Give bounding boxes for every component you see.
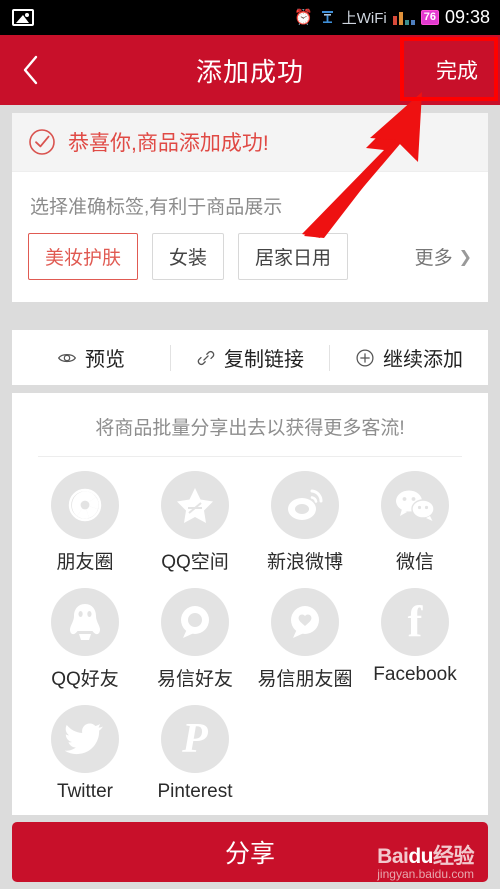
share-target-moments[interactable]: 朋友圈 xyxy=(30,471,140,574)
share-target-label: Twitter xyxy=(57,781,113,802)
share-target-twitter[interactable]: Twitter xyxy=(30,705,140,803)
alarm-clock-icon: ⏰ xyxy=(294,9,313,26)
eye-icon xyxy=(57,353,77,362)
action-card: 预览 复制链接 继续添加 xyxy=(12,330,488,385)
success-banner: 恭喜你,商品添加成功! xyxy=(12,113,488,172)
share-target-yixin-moments[interactable]: 易信朋友圈 xyxy=(250,588,360,691)
tag-hint-text: 选择准确标签,有利于商品展示 xyxy=(30,197,283,218)
back-button[interactable] xyxy=(0,35,60,105)
share-target-weibo[interactable]: 新浪微博 xyxy=(250,471,360,574)
battery-badge: 76 xyxy=(420,10,439,25)
weibo-eye-icon xyxy=(271,471,339,539)
tag-chip[interactable]: 居家日用 xyxy=(238,233,349,280)
chevron-right-icon: ❯ xyxy=(458,248,472,266)
yixin-heart-bubble-icon xyxy=(271,588,339,656)
twitter-bird-icon xyxy=(51,705,119,773)
success-card: 恭喜你,商品添加成功! 选择准确标签,有利于商品展示 美妆护肤 女装 居家日用 … xyxy=(12,113,488,302)
more-tags-label: 更多 xyxy=(414,248,453,269)
pinterest-p-icon: P xyxy=(161,705,229,773)
share-target-label: Facebook xyxy=(373,664,457,685)
share-target-label: 新浪微博 xyxy=(266,552,343,573)
page-body: 恭喜你,商品添加成功! 选择准确标签,有利于商品展示 美妆护肤 女装 居家日用 … xyxy=(0,113,500,829)
tag-row: 美妆护肤 女装 居家日用 更多 ❯ xyxy=(12,225,488,302)
app-header: 添加成功 完成 xyxy=(0,35,500,105)
watermark-paw-icon: du xyxy=(408,845,433,868)
share-target-grid: 朋友圈 QQ空间 新浪微博 微信 QQ好友 易信好友 易信朋友圈 f Faceb… xyxy=(12,457,488,817)
share-target-wechat[interactable]: 微信 xyxy=(360,471,470,574)
photo-icon xyxy=(12,9,34,26)
share-button[interactable]: 分享 Baidu经验 jingyan.baidu.com xyxy=(12,822,488,882)
share-target-yixin-friend[interactable]: 易信好友 xyxy=(140,588,250,691)
status-clock: 09:38 xyxy=(444,7,490,27)
status-bar: ⏰ 上WiFi 76 09:38 xyxy=(0,0,500,35)
share-button-label: 分享 xyxy=(224,840,275,868)
watermark-url: jingyan.baidu.com xyxy=(377,867,474,881)
qq-penguin-icon xyxy=(51,588,119,656)
check-circle-icon xyxy=(29,129,55,155)
share-target-qzone[interactable]: QQ空间 xyxy=(140,471,250,574)
continue-add-button[interactable]: 继续添加 xyxy=(330,330,488,385)
footer-bar: 分享 Baidu经验 jingyan.baidu.com xyxy=(0,815,500,889)
continue-add-label: 继续添加 xyxy=(383,349,463,371)
share-target-label: QQ好友 xyxy=(51,669,119,690)
done-button[interactable]: 完成 xyxy=(436,55,478,85)
wifi-label: 上WiFi xyxy=(341,10,387,27)
share-target-pinterest[interactable]: P Pinterest xyxy=(140,705,250,803)
wechat-bubbles-icon xyxy=(381,471,449,539)
facebook-f-icon: f xyxy=(381,588,449,656)
share-card-title: 将商品批量分享出去以获得更多客流! xyxy=(95,418,405,439)
star-icon xyxy=(161,471,229,539)
link-icon xyxy=(197,350,215,365)
share-target-label: 朋友圈 xyxy=(56,552,114,573)
camera-aperture-icon xyxy=(51,471,119,539)
chevron-left-icon xyxy=(23,55,38,85)
yixin-circle-icon xyxy=(161,588,229,656)
watermark-suffix: 经验 xyxy=(433,845,475,868)
share-target-label: Pinterest xyxy=(157,781,233,802)
more-tags-button[interactable]: 更多 ❯ xyxy=(415,243,472,270)
share-target-qq-friend[interactable]: QQ好友 xyxy=(30,588,140,691)
preview-label: 预览 xyxy=(85,349,125,371)
share-target-label: 易信朋友圈 xyxy=(257,669,353,690)
share-target-label: QQ空间 xyxy=(161,552,229,573)
share-target-label: 易信好友 xyxy=(156,669,233,690)
plus-circle-icon xyxy=(356,348,374,367)
watermark-brand: Bai xyxy=(377,845,409,868)
tag-chip[interactable]: 女装 xyxy=(152,233,225,280)
tag-chip-selected[interactable]: 美妆护肤 xyxy=(28,233,139,280)
wifi-tower-icon xyxy=(319,7,336,29)
share-target-label: 微信 xyxy=(395,552,434,573)
copy-link-button[interactable]: 复制链接 xyxy=(171,330,329,385)
signal-bars-icon xyxy=(392,11,415,25)
success-message: 恭喜你,商品添加成功! xyxy=(68,132,269,155)
share-target-facebook[interactable]: f Facebook xyxy=(360,588,470,691)
preview-button[interactable]: 预览 xyxy=(12,330,170,385)
copy-link-label: 复制链接 xyxy=(224,349,304,371)
page-title: 添加成功 xyxy=(195,56,304,87)
share-card: 将商品批量分享出去以获得更多客流! 朋友圈 QQ空间 新浪微博 微信 QQ好友 … xyxy=(12,393,488,829)
watermark: Baidu经验 jingyan.baidu.com xyxy=(377,846,474,880)
